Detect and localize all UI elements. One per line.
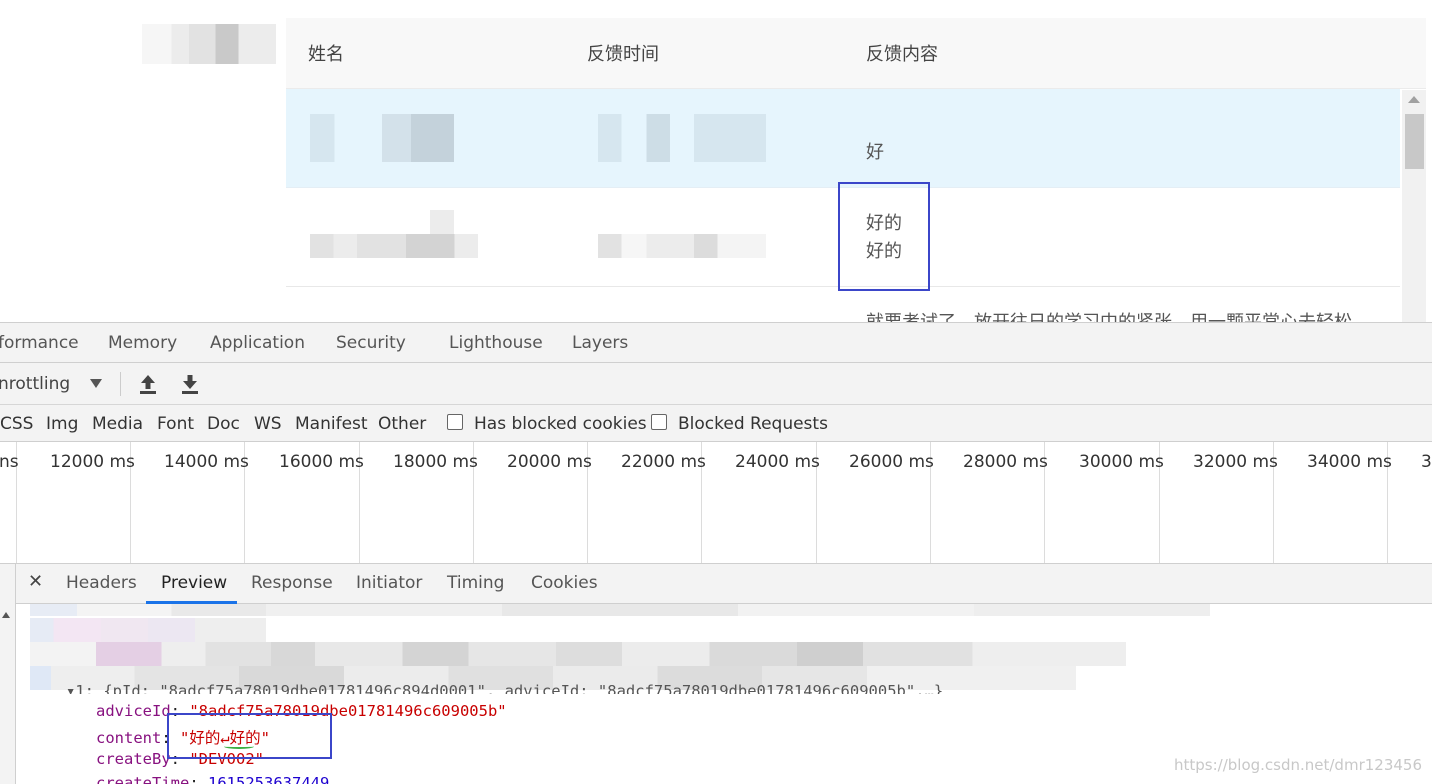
cell-content: 就要考试了，放开往日的学习中的紧张，用一颗平常心去轻松 bbox=[866, 309, 1352, 322]
tick-label: 3 bbox=[1421, 452, 1432, 472]
json-key: createBy bbox=[96, 750, 171, 768]
blurred-name bbox=[310, 234, 478, 258]
filter-other[interactable]: Other bbox=[378, 414, 426, 434]
header-feedback-time: 反馈时间 bbox=[587, 44, 659, 65]
download-icon[interactable] bbox=[180, 373, 200, 395]
scroll-up-arrow-icon[interactable] bbox=[1408, 96, 1420, 103]
tick-label: 32000 ms bbox=[1193, 452, 1278, 472]
network-toolbar: nrottling bbox=[0, 363, 1432, 405]
upload-icon[interactable] bbox=[138, 373, 158, 395]
tab-preview[interactable]: Preview bbox=[161, 573, 227, 593]
tick-label: 22000 ms bbox=[621, 452, 706, 472]
tick-label: 12000 ms bbox=[50, 452, 135, 472]
expand-marker-icon bbox=[2, 612, 10, 618]
filter-img[interactable]: Img bbox=[46, 414, 78, 434]
tab-lighthouse[interactable]: Lighthouse bbox=[449, 333, 543, 353]
table-header: 姓名 反馈时间 反馈内容 bbox=[286, 18, 1426, 89]
request-detail-tabs: ✕ Headers Preview Response Initiator Tim… bbox=[16, 564, 1432, 604]
tab-security[interactable]: Security bbox=[336, 333, 406, 353]
json-value: 1615253637449 bbox=[208, 774, 330, 784]
tab-performance[interactable]: formance bbox=[0, 333, 79, 353]
web-page-area: 姓名 反馈时间 反馈内容 好 好的 好的 就要考试了，放开往日的学习中的紧张，用… bbox=[0, 0, 1432, 322]
table-row[interactable]: 就要考试了，放开往日的学习中的紧张，用一颗平常心去轻松 bbox=[286, 287, 1400, 322]
toolbar-divider bbox=[120, 372, 121, 396]
blurred-json-line bbox=[30, 618, 266, 642]
blurred-sidebar-label bbox=[142, 24, 276, 64]
filter-ws[interactable]: WS bbox=[254, 414, 282, 434]
devtools-panel-tabs: formance Memory Application Security Lig… bbox=[0, 322, 1432, 363]
json-key: adviceId bbox=[96, 702, 171, 720]
tick-label: 34000 ms bbox=[1307, 452, 1392, 472]
header-feedback-content: 反馈内容 bbox=[866, 44, 938, 65]
tab-response[interactable]: Response bbox=[251, 573, 333, 593]
filter-media[interactable]: Media bbox=[92, 414, 143, 434]
filter-font[interactable]: Font bbox=[157, 414, 194, 434]
tab-layers[interactable]: Layers bbox=[572, 333, 628, 353]
page-scroll-thumb[interactable] bbox=[1405, 114, 1424, 169]
cell-content: 好 bbox=[866, 142, 884, 163]
network-filter-bar: CSS Img Media Font Doc WS Manifest Other… bbox=[0, 405, 1432, 442]
blurred-name-top bbox=[430, 210, 454, 234]
tick-label: 14000 ms bbox=[164, 452, 249, 472]
tab-initiator[interactable]: Initiator bbox=[356, 573, 422, 593]
blurred-name bbox=[310, 114, 454, 162]
spellcheck-squiggle bbox=[224, 744, 254, 749]
table-row[interactable]: 好 bbox=[286, 89, 1400, 188]
json-key: createTime bbox=[96, 774, 190, 784]
tick-label: 26000 ms bbox=[849, 452, 934, 472]
tick-label: 20000 ms bbox=[507, 452, 592, 472]
header-name: 姓名 bbox=[308, 44, 344, 65]
tab-cookies[interactable]: Cookies bbox=[531, 573, 598, 593]
tick-label: ns bbox=[0, 452, 19, 472]
has-blocked-cookies-label[interactable]: Has blocked cookies bbox=[474, 414, 647, 434]
annotation-box bbox=[838, 182, 930, 291]
blocked-requests-checkbox[interactable] bbox=[651, 414, 667, 430]
throttling-select[interactable]: nrottling bbox=[0, 374, 70, 394]
blocked-requests-label[interactable]: Blocked Requests bbox=[678, 414, 828, 434]
request-list-gutter bbox=[0, 564, 16, 784]
json-field-createtime[interactable]: createTime: 1615253637449 bbox=[96, 774, 329, 784]
tick-label: 18000 ms bbox=[393, 452, 478, 472]
chevron-down-icon[interactable] bbox=[90, 379, 102, 388]
tab-application[interactable]: Application bbox=[210, 333, 305, 353]
blurred-json-line bbox=[30, 642, 1126, 666]
blurred-time bbox=[598, 234, 766, 258]
has-blocked-cookies-checkbox[interactable] bbox=[447, 414, 463, 430]
blurred-json-line bbox=[30, 604, 1210, 616]
tab-headers[interactable]: Headers bbox=[66, 573, 137, 593]
tick-label: 30000 ms bbox=[1079, 452, 1164, 472]
filter-css[interactable]: CSS bbox=[0, 414, 33, 434]
tick-label: 28000 ms bbox=[963, 452, 1048, 472]
json-row-summary[interactable]: ▾1: {pId: "8adcf75a78019dbe01781496c894d… bbox=[66, 682, 943, 694]
blurred-time bbox=[598, 114, 766, 162]
annotation-box bbox=[167, 713, 332, 759]
network-timeline-overview[interactable]: ns 12000 ms 14000 ms 16000 ms 18000 ms 2… bbox=[0, 442, 1432, 564]
json-key: content bbox=[96, 729, 162, 747]
filter-doc[interactable]: Doc bbox=[207, 414, 240, 434]
tick-label: 24000 ms bbox=[735, 452, 820, 472]
tick-label: 16000 ms bbox=[279, 452, 364, 472]
tab-memory[interactable]: Memory bbox=[108, 333, 177, 353]
watermark: https://blog.csdn.net/dmr123456 bbox=[1173, 756, 1422, 774]
close-icon[interactable]: ✕ bbox=[28, 571, 43, 592]
filter-manifest[interactable]: Manifest bbox=[295, 414, 368, 434]
tab-timing[interactable]: Timing bbox=[447, 573, 504, 593]
